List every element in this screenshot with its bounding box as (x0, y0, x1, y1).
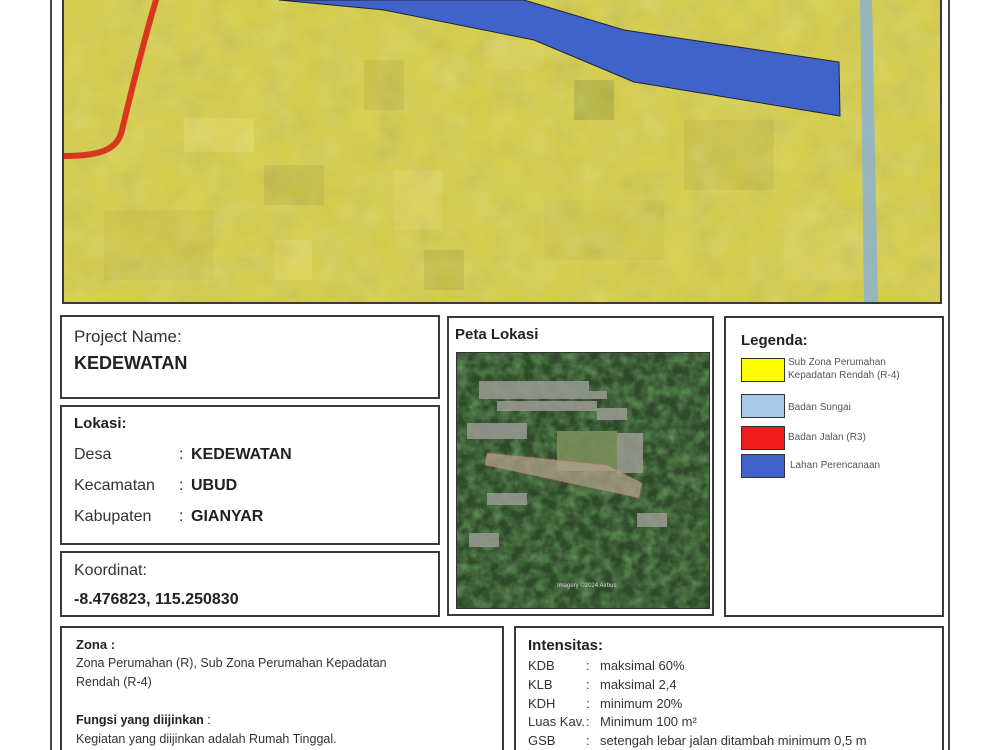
lokasi-kabupaten-colon: : (179, 508, 184, 525)
lokasi-kecamatan-key: Kecamatan (74, 477, 155, 494)
lokasi-kecamatan-value: UBUD (191, 477, 238, 494)
legend-label-road: Badan Jalan (R3) (788, 432, 866, 443)
project-name-label: Project Name: (74, 327, 182, 346)
imagery-credit: Imagery ©2024 Airbus (557, 582, 616, 589)
koordinat-panel: Koordinat: -8.476823, 115.250830 (60, 551, 440, 617)
frame-left-line (50, 0, 52, 750)
legend-swatch-river (741, 394, 785, 418)
lokasi-desa-value: KEDEWATAN (191, 446, 292, 463)
intensitas-title: Intensitas: (528, 637, 604, 654)
intensitas-panel: Intensitas: KDB: maksimal 60% KLB: maksima… (514, 626, 944, 750)
zona-text-line-1: Zona Perumahan (R), Sub Zona Perumahan K… (76, 656, 387, 670)
satellite-graphic: Imagery ©2024 Airbus (457, 353, 709, 608)
fungsi-text: Kegiatan yang diijinkan adalah Rumah Tin… (76, 732, 337, 746)
zona-title: Zona : (76, 637, 116, 652)
lokasi-panel: Lokasi: Desa : KEDEWATAN Kecamatan : UBU… (60, 405, 440, 545)
peta-lokasi-title: Peta Lokasi (455, 326, 539, 343)
main-site-map (62, 0, 942, 304)
legenda-title: Legenda: (741, 332, 808, 349)
site-map-graphic (64, 0, 940, 302)
legend-swatch-plot (741, 454, 785, 478)
legend-label-plot: Lahan Perencanaan (790, 460, 881, 471)
legend-label-zone: Sub Zona Perumahan Kepadatan Rendah (R-4… (788, 357, 900, 381)
lokasi-title: Lokasi: (74, 415, 127, 432)
zona-text-line-2: Rendah (R-4) (76, 675, 152, 689)
lokasi-kecamatan-colon: : (179, 477, 184, 494)
legenda-panel: Legenda: Sub Zona Perumahan Kepadatan Re… (724, 316, 944, 617)
zona-panel: Zona : Zona Perumahan (R), Sub Zona Peru… (60, 626, 504, 750)
legend-swatch-zone (741, 358, 785, 382)
lokasi-desa-key: Desa (74, 446, 112, 463)
lokasi-kabupaten-key: Kabupaten (74, 508, 152, 525)
frame-right-line (948, 0, 950, 750)
project-name-value: KEDEWATAN (74, 353, 188, 373)
texture-overlay (64, 0, 940, 302)
location-satellite-photo: Imagery ©2024 Airbus (456, 352, 710, 609)
legend-label-river: Badan Sungai (788, 402, 851, 413)
lokasi-kabupaten-value: GIANYAR (191, 508, 264, 525)
fungsi-title: Fungsi yang diijinkan : (76, 713, 211, 727)
koordinat-value: -8.476823, 115.250830 (74, 591, 239, 608)
legend-swatch-road (741, 426, 785, 450)
lokasi-desa-colon: : (179, 446, 184, 463)
koordinat-label: Koordinat: (74, 562, 147, 579)
project-name-panel: Project Name: KEDEWATAN (60, 315, 440, 399)
